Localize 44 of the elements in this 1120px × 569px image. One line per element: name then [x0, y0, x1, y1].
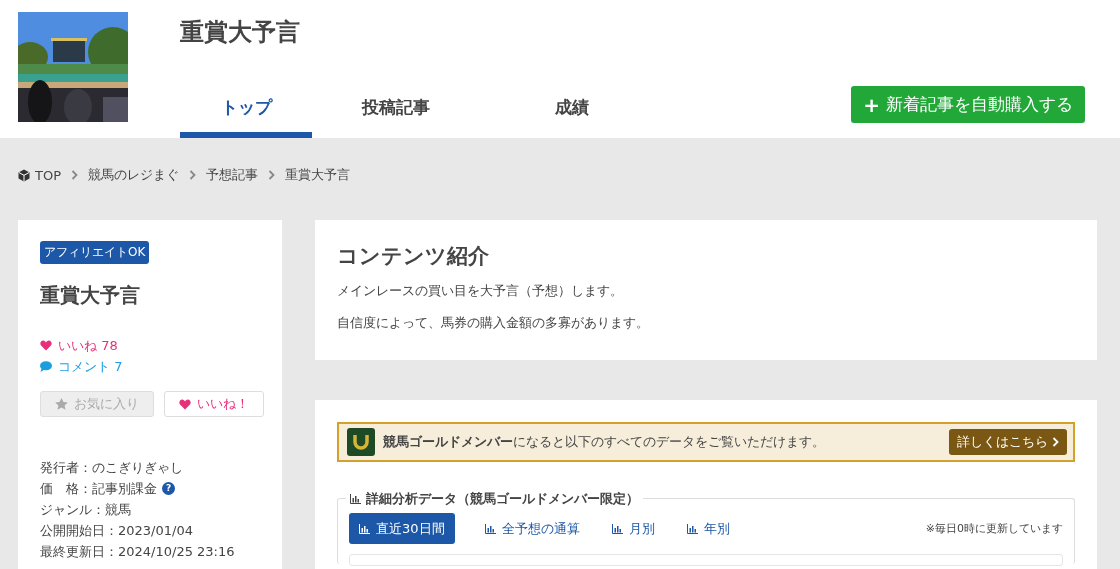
intro-paragraph: メインレースの買い目を大予言（予想）します。	[337, 282, 624, 300]
nav-tab[interactable]: 成績	[506, 86, 638, 138]
chart-icon	[359, 523, 370, 534]
like-count-link[interactable]: いいね 78	[40, 335, 118, 356]
heart-icon	[179, 398, 191, 410]
period-tab[interactable]: 全予想の通算	[474, 513, 590, 544]
info-text: 公開開始日：2023/01/04	[40, 522, 193, 540]
chart-icon	[686, 523, 698, 534]
breadcrumb-current: 重賞大予言	[285, 166, 350, 184]
intro-paragraph: 自信度によって、馬券の購入金額の多寡があります。	[337, 314, 650, 332]
heart-icon	[40, 340, 52, 351]
info-text: 価 格：記事別課金	[40, 480, 157, 498]
speech-bubble-icon	[40, 361, 52, 372]
chart-icon	[611, 523, 623, 534]
details-button[interactable]: 詳しくはこちら	[949, 429, 1067, 455]
chevron-right-icon	[268, 170, 275, 180]
chart-icon	[484, 523, 496, 534]
banner-text: 競馬ゴールドメンバーになると以下のすべてのデータをご覧いただけます。	[383, 433, 826, 451]
nav-tab[interactable]: トップ	[180, 86, 312, 138]
cube-icon	[18, 168, 30, 182]
period-tab[interactable]: 年別	[676, 513, 740, 544]
info-text: ジャンル：競馬	[40, 501, 131, 519]
page-title: 重賞大予言	[180, 17, 301, 48]
breadcrumb-link[interactable]: TOP	[18, 167, 61, 183]
period-tab[interactable]: 直近30日間	[349, 513, 455, 544]
horseshoe-icon	[347, 428, 375, 456]
chart-icon	[350, 494, 361, 504]
analysis-title: 詳細分析データ（競馬ゴールドメンバー限定）	[346, 490, 643, 508]
star-icon	[55, 398, 68, 410]
chevron-right-icon	[71, 170, 78, 180]
sidebar-title: 重賞大予言	[40, 282, 141, 309]
affiliate-badge: アフィリエイトOK	[40, 241, 150, 264]
chevron-right-icon	[189, 170, 196, 180]
info-text: 発行者：のこぎりぎゃし	[40, 459, 183, 477]
help-icon[interactable]: ?	[162, 482, 175, 495]
chevron-right-icon	[1052, 437, 1059, 447]
nav-tab[interactable]: 投稿記事	[330, 86, 462, 138]
like-button[interactable]: いいね！	[164, 391, 264, 417]
breadcrumb-link[interactable]: 予想記事	[206, 166, 258, 184]
breadcrumb-link[interactable]: 競馬のレジまぐ	[88, 166, 179, 184]
info-text: 最終更新日：2024/10/25 23:16	[40, 543, 235, 561]
period-tab[interactable]: 月別	[601, 513, 665, 544]
section-heading: コンテンツ紹介	[337, 243, 490, 270]
update-note: ※毎日0時に更新しています	[925, 521, 1063, 536]
